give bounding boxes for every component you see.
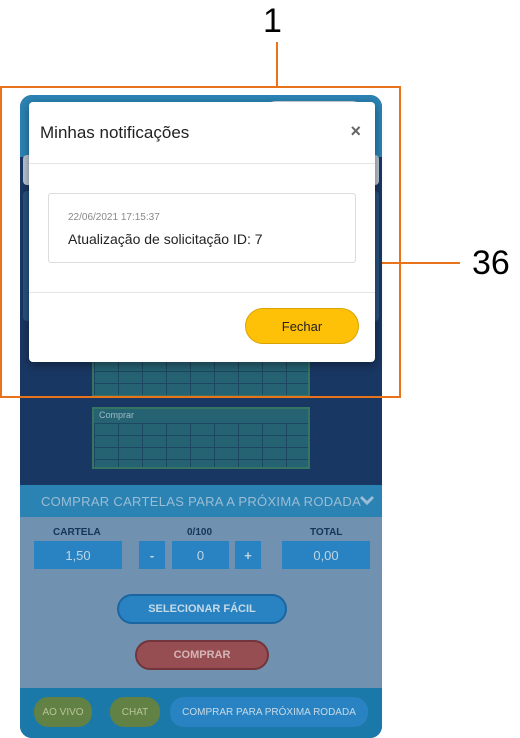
- close-button[interactable]: Fechar: [245, 308, 359, 344]
- modal-header-divider: [29, 163, 375, 164]
- notification-text: Atualização de solicitação ID: 7: [68, 231, 263, 247]
- annotation-line-1: [276, 42, 278, 88]
- annotation-label-1: 1: [263, 2, 282, 40]
- notifications-modal: Minhas notificações × 22/06/2021 17:15:3…: [29, 102, 375, 362]
- modal-footer-divider: [29, 292, 375, 293]
- close-icon[interactable]: ×: [350, 121, 361, 142]
- notification-item[interactable]: 22/06/2021 17:15:37 Atualização de solic…: [48, 193, 356, 263]
- modal-title: Minhas notificações: [40, 123, 190, 142]
- notification-date: 22/06/2021 17:15:37: [68, 212, 160, 223]
- annotation-label-36: 36: [472, 244, 510, 282]
